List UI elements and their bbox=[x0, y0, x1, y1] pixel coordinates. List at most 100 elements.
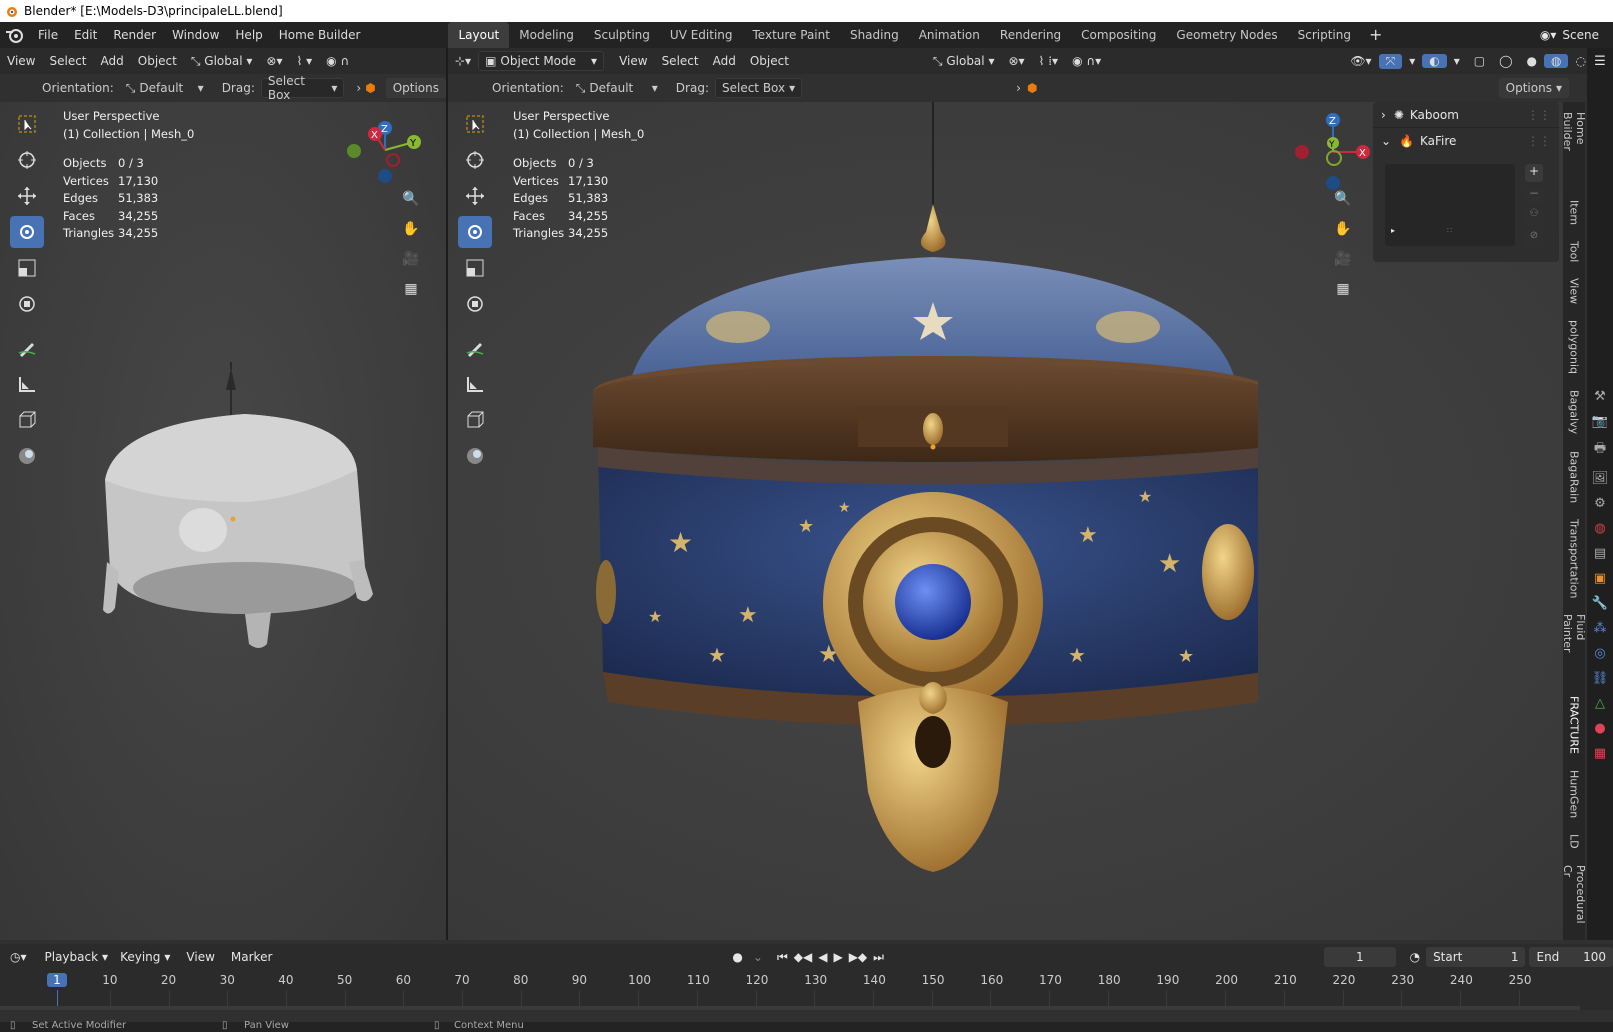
tab-animation[interactable]: Animation bbox=[909, 22, 990, 48]
sidebar-tab-home-builder[interactable]: Home Builder bbox=[1563, 108, 1585, 188]
right-transform-orientation[interactable]: ⤡ Global ▾ bbox=[926, 54, 1002, 69]
right-snap-icon[interactable]: ⌇ ⁞▾ bbox=[1032, 54, 1066, 68]
object-mode-dropdown[interactable]: ▣ Object Mode ▾ bbox=[478, 51, 605, 71]
left-pivot-icon[interactable]: ⊗▾ bbox=[259, 54, 289, 68]
tool-props-icon[interactable]: ⚒ bbox=[1594, 389, 1606, 404]
add-icon[interactable]: + bbox=[1525, 164, 1543, 182]
drag-handle-icon[interactable]: ⋮⋮ bbox=[1527, 108, 1551, 122]
left-snap-icon[interactable]: ⌇ ▾ bbox=[289, 54, 319, 68]
keying-menu[interactable]: Keying ▾ bbox=[114, 947, 176, 967]
scene-icon[interactable]: ◉▾ bbox=[1540, 28, 1557, 42]
sidebar-tab-polygoniq[interactable]: polygoniq bbox=[1568, 316, 1581, 378]
camera-icon[interactable]: 🎥 bbox=[398, 246, 424, 272]
cursor-tool-icon[interactable] bbox=[10, 144, 44, 176]
keying-set-icon[interactable]: ⌄ bbox=[753, 950, 763, 964]
visibility-icon[interactable]: 👁▾ bbox=[1343, 54, 1378, 68]
sidebar-tab-item[interactable]: Item bbox=[1568, 196, 1581, 229]
preview-range-icon[interactable]: ◔ bbox=[1410, 950, 1420, 964]
add-cube-tool-icon[interactable] bbox=[458, 404, 492, 436]
list-resize-icon[interactable]: ∷ bbox=[1447, 226, 1452, 235]
rotate-tool-icon[interactable] bbox=[10, 216, 44, 248]
select-box-tool-icon[interactable] bbox=[10, 108, 44, 140]
tab-modeling[interactable]: Modeling bbox=[509, 22, 584, 48]
material-props-icon[interactable]: ● bbox=[1594, 721, 1605, 736]
group-icon[interactable]: ⚇ bbox=[1525, 208, 1543, 226]
tab-rendering[interactable]: Rendering bbox=[990, 22, 1071, 48]
panel-kafire[interactable]: ⌄ 🔥 KaFire ⋮⋮ bbox=[1373, 128, 1559, 154]
right-orientation-dropdown[interactable]: ⤡ Default ▾ bbox=[570, 78, 664, 98]
current-frame-indicator[interactable]: 1 bbox=[47, 973, 67, 987]
right-pivot-icon[interactable]: ⊗▾ bbox=[1001, 54, 1031, 68]
left-options-button[interactable]: Options bbox=[385, 78, 446, 98]
tab-texture-paint[interactable]: Texture Paint bbox=[743, 22, 840, 48]
tab-uv-editing[interactable]: UV Editing bbox=[660, 22, 743, 48]
cursor-tool-icon[interactable] bbox=[458, 144, 492, 176]
pan-hand-icon[interactable]: ✋ bbox=[398, 216, 424, 242]
scene-name[interactable]: Scene bbox=[1562, 28, 1599, 42]
tab-geometry-nodes[interactable]: Geometry Nodes bbox=[1166, 22, 1287, 48]
timeline-editor-icon[interactable]: ◷▾ bbox=[10, 950, 27, 964]
left-menu-object[interactable]: Object bbox=[131, 54, 184, 68]
output-props-icon[interactable]: 🖶 bbox=[1594, 439, 1606, 461]
menu-edit[interactable]: Edit bbox=[66, 22, 105, 48]
left-proportional-icon[interactable]: ◉ ∩ bbox=[319, 54, 356, 68]
scene-props-icon[interactable]: ⚙ bbox=[1594, 496, 1606, 511]
menu-file[interactable]: File bbox=[30, 22, 66, 48]
tab-sculpting[interactable]: Sculpting bbox=[584, 22, 660, 48]
tab-layout[interactable]: Layout bbox=[448, 22, 510, 48]
zoom-icon[interactable]: 🔍 bbox=[398, 186, 424, 212]
next-keyframe-icon[interactable]: ▶◆ bbox=[849, 950, 867, 964]
left-orientation-dropdown[interactable]: ⤡ Default ▾ bbox=[120, 78, 210, 98]
jump-end-icon[interactable]: ⏭ bbox=[873, 950, 884, 965]
left-menu-add[interactable]: Add bbox=[94, 54, 131, 68]
tab-compositing[interactable]: Compositing bbox=[1071, 22, 1166, 48]
right-menu-select[interactable]: Select bbox=[655, 54, 706, 68]
grid-perspective-icon[interactable]: ▦ bbox=[1330, 276, 1356, 302]
end-frame-field[interactable]: End 100 bbox=[1529, 947, 1613, 967]
sidebar-tab-transportation[interactable]: Transportation bbox=[1568, 515, 1581, 602]
right-menu-object[interactable]: Object bbox=[743, 54, 796, 68]
constraints-props-icon[interactable]: ⛓ bbox=[1592, 671, 1609, 686]
left-axis-gizmo-icon[interactable]: Z Y X bbox=[340, 112, 430, 187]
current-frame-field[interactable]: 1 bbox=[1323, 947, 1396, 967]
timeline-scrollbar[interactable] bbox=[0, 1006, 1580, 1010]
view-layer-props-icon[interactable]: 🖼 bbox=[1592, 471, 1609, 486]
menu-help[interactable]: Help bbox=[227, 22, 270, 48]
panel-kaboom[interactable]: › ✺ Kaboom ⋮⋮ bbox=[1373, 102, 1559, 128]
pan-hand-icon[interactable]: ✋ bbox=[1330, 216, 1356, 242]
playback-menu[interactable]: Playback ▾ bbox=[39, 947, 115, 967]
gizmo-toggle-icon[interactable]: ⤧ bbox=[1378, 53, 1403, 69]
timeline-marker-menu[interactable]: Marker bbox=[231, 950, 272, 964]
prev-keyframe-icon[interactable]: ◆◀ bbox=[794, 950, 812, 964]
shading-tool-icon[interactable] bbox=[458, 440, 492, 472]
sidebar-tab-view[interactable]: View bbox=[1568, 274, 1581, 308]
measure-tool-icon[interactable] bbox=[10, 368, 44, 400]
particles-props-icon[interactable]: ⁂ bbox=[1594, 621, 1607, 636]
left-transform-orientation[interactable]: ⤡ Global ▾ bbox=[184, 54, 260, 69]
move-tool-icon[interactable] bbox=[10, 180, 44, 212]
overlay-toggle-icon[interactable]: ◐ bbox=[1422, 54, 1447, 68]
add-workspace-icon[interactable]: + bbox=[1361, 22, 1390, 48]
right-menu-view[interactable]: View bbox=[612, 54, 654, 68]
right-drag-dropdown[interactable]: Select Box ▾ bbox=[714, 78, 803, 98]
left-drag-dropdown[interactable]: Select Box ▾ bbox=[260, 74, 345, 102]
timeline-view-menu[interactable]: View bbox=[186, 950, 214, 964]
menu-render[interactable]: Render bbox=[105, 22, 164, 48]
play-reverse-icon[interactable]: ◀ bbox=[818, 950, 827, 964]
blender-menu-icon[interactable] bbox=[0, 22, 30, 48]
link-icon[interactable]: ⊘ bbox=[1525, 230, 1543, 248]
right-proportional-icon[interactable]: ◉ ∩▾ bbox=[1065, 54, 1108, 68]
sidebar-tab-fracture[interactable]: FRACTURE bbox=[1568, 692, 1581, 758]
add-cube-tool-icon[interactable] bbox=[10, 404, 44, 436]
shading-tool-icon[interactable] bbox=[10, 440, 44, 472]
left-menu-view[interactable]: View bbox=[0, 54, 42, 68]
overlay-dropdown-icon[interactable]: ▾ bbox=[1447, 54, 1467, 68]
xray-icon[interactable]: ▢ bbox=[1467, 54, 1492, 68]
jump-start-icon[interactable]: ⏮ bbox=[777, 950, 788, 965]
right-options-button[interactable]: Options ▾ bbox=[1498, 78, 1569, 98]
zoom-icon[interactable]: 🔍 bbox=[1330, 186, 1356, 212]
sidebar-tab-humgen[interactable]: HumGen bbox=[1568, 766, 1581, 822]
scale-tool-icon[interactable] bbox=[458, 252, 492, 284]
annotate-tool-icon[interactable] bbox=[458, 332, 492, 364]
physics-props-icon[interactable]: ◎ bbox=[1594, 646, 1605, 661]
